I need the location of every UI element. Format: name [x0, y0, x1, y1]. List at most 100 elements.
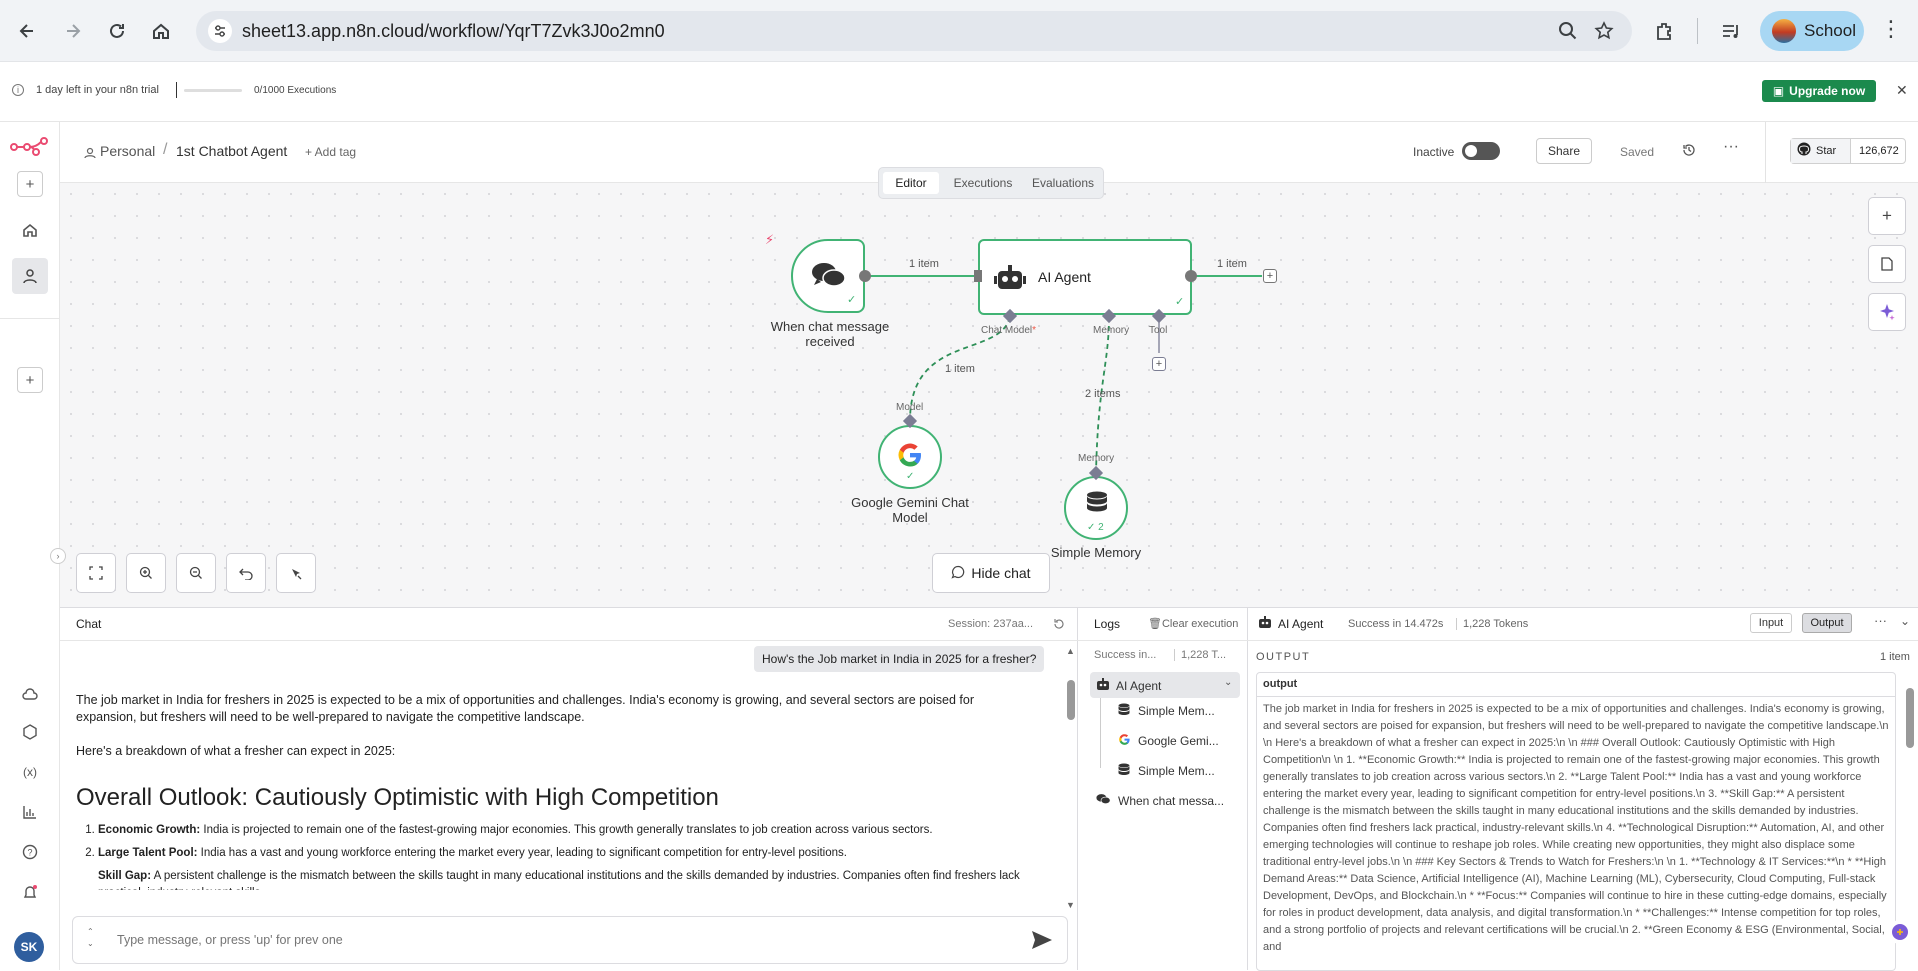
undo-icon[interactable]: [226, 553, 266, 593]
add-project-icon[interactable]: +: [17, 367, 43, 393]
add-node-panel-icon[interactable]: +: [1868, 197, 1906, 235]
share-button[interactable]: Share: [1536, 138, 1592, 164]
executions-progress: [184, 89, 242, 92]
trigger-output-port[interactable]: [859, 270, 871, 282]
address-bar[interactable]: sheet13.app.n8n.cloud/workflow/YqrT7Zvk3…: [196, 11, 1632, 51]
trigger-node-label: When chat message received: [770, 319, 890, 349]
target-label-model: Model: [896, 402, 924, 413]
scroll-up-icon[interactable]: ▲: [1066, 646, 1075, 656]
help-icon[interactable]: ?: [14, 836, 46, 868]
connection-label: 1 item: [909, 258, 939, 270]
node-google-gemini[interactable]: ✓: [878, 425, 942, 489]
info-icon: i: [12, 84, 24, 96]
insights-icon[interactable]: [14, 796, 46, 828]
chat-scrollbar[interactable]: [1067, 680, 1075, 720]
clear-execution-button[interactable]: 🗑Clear execution: [1148, 617, 1238, 630]
variables-icon[interactable]: (x): [14, 756, 46, 788]
sticky-note-icon[interactable]: [1868, 245, 1906, 283]
output-section-title: OUTPUT: [1256, 651, 1311, 663]
cloud-icon[interactable]: [14, 678, 46, 710]
zoom-icon[interactable]: [1558, 21, 1578, 46]
logs-summary-tokens: 1,228 T...: [1174, 649, 1226, 661]
success-check-icon: ✓: [847, 294, 857, 306]
collapse-icon[interactable]: ⌄: [1900, 614, 1910, 628]
media-icon[interactable]: [1720, 20, 1742, 47]
n8n-logo-icon[interactable]: [10, 136, 50, 163]
notifications-icon[interactable]: [14, 876, 46, 908]
send-icon[interactable]: [1031, 930, 1053, 955]
agent-output-port[interactable]: [1185, 270, 1197, 282]
session-id[interactable]: Session: 237aa...: [948, 618, 1033, 630]
log-entry-label: AI Agent: [1116, 679, 1162, 693]
log-entry-label: When chat messa...: [1118, 794, 1225, 808]
add-tool-icon[interactable]: +: [1152, 357, 1166, 371]
workflow-name[interactable]: 1st Chatbot Agent: [176, 143, 287, 159]
ai-brain-icon[interactable]: [1888, 920, 1912, 944]
add-icon[interactable]: +: [17, 171, 43, 197]
chat-message-input[interactable]: [117, 930, 997, 950]
templates-icon[interactable]: [14, 716, 46, 748]
user-avatar[interactable]: SK: [14, 932, 44, 962]
ai-assistant-icon[interactable]: [1868, 293, 1906, 331]
node-ai-agent[interactable]: AI Agent ✓: [978, 239, 1192, 315]
personal-icon[interactable]: [12, 258, 48, 294]
scroll-down-icon[interactable]: ▼: [1066, 900, 1075, 910]
more-options-icon[interactable]: ···: [1874, 613, 1887, 628]
bot-breakdown: Here's a breakdown of what a fresher can…: [76, 744, 396, 758]
history-nav-icon[interactable]: ⌃ ⌄: [87, 926, 94, 950]
tidy-up-icon[interactable]: [276, 553, 316, 593]
fit-view-icon[interactable]: [76, 553, 116, 593]
gift-icon: ▣: [1772, 84, 1785, 98]
active-toggle[interactable]: [1462, 142, 1500, 160]
output-cell: The job market in India for freshers in …: [1263, 703, 1889, 953]
browser-menu-icon[interactable]: ⋮: [1880, 18, 1902, 40]
zoom-out-icon[interactable]: [176, 553, 216, 593]
zoom-in-icon[interactable]: [126, 553, 166, 593]
hide-chat-button[interactable]: Hide chat: [932, 553, 1050, 593]
output-status: Success in 14.472s: [1348, 618, 1444, 630]
database-icon: [1086, 491, 1108, 522]
forward-icon[interactable]: [60, 18, 86, 44]
list-item: Economic Growth: India is projected to r…: [98, 822, 1036, 839]
output-tab[interactable]: Output: [1802, 613, 1852, 633]
chat-input-box[interactable]: ⌃ ⌄: [72, 916, 1068, 964]
trash-icon: 🗑: [1148, 618, 1162, 630]
bookmark-star-icon[interactable]: [1594, 21, 1614, 46]
node-chat-trigger[interactable]: ✓: [791, 239, 865, 313]
github-icon: [1797, 142, 1811, 161]
target-label-memory: Memory: [1078, 453, 1115, 464]
log-entry-ai-agent[interactable]: AI Agent ⌄: [1090, 672, 1240, 698]
close-icon[interactable]: ✕: [1896, 82, 1908, 99]
output-scrollbar[interactable]: [1906, 688, 1914, 748]
more-options-icon[interactable]: ···: [1723, 138, 1739, 156]
chevron-down-icon[interactable]: ⌄: [1224, 677, 1232, 688]
logs-title: Logs: [1094, 617, 1121, 631]
profile-chip[interactable]: School: [1760, 11, 1864, 51]
node-simple-memory[interactable]: ✓ 2: [1064, 476, 1128, 540]
star-count: 126,672: [1859, 145, 1899, 157]
github-star-button[interactable]: Star 126,672: [1790, 138, 1906, 164]
trigger-bolt-icon: ⚡: [765, 232, 775, 247]
site-info-icon[interactable]: [208, 19, 232, 43]
breadcrumb-personal[interactable]: Personal: [100, 143, 155, 159]
home-icon[interactable]: [148, 18, 174, 44]
extensions-icon[interactable]: [1654, 20, 1676, 47]
agent-input-port[interactable]: [974, 270, 982, 282]
workflow-canvas[interactable]: Editor Executions Evaluations ⚡ ✓ When c…: [50, 167, 1918, 607]
back-icon[interactable]: [14, 18, 40, 44]
add-node-icon[interactable]: +: [1263, 269, 1277, 283]
reset-session-icon[interactable]: [1053, 617, 1065, 635]
add-tag-button[interactable]: + Add tag: [305, 145, 356, 159]
upgrade-label: Upgrade now: [1789, 84, 1866, 98]
upgrade-button[interactable]: ▣ Upgrade now: [1762, 80, 1876, 102]
output-table: output The job market in India for fresh…: [1256, 672, 1896, 971]
input-tab[interactable]: Input: [1750, 613, 1792, 633]
log-entry-label: Simple Mem...: [1138, 764, 1215, 778]
home-icon[interactable]: [14, 214, 46, 246]
gemini-node-label: Google Gemini Chat Model: [851, 495, 969, 525]
reload-icon[interactable]: [104, 18, 130, 44]
output-item-count: 1 item: [1880, 651, 1910, 663]
port-label-tool: Tool: [1149, 325, 1168, 336]
history-icon[interactable]: [1682, 143, 1696, 162]
expand-sidebar-icon[interactable]: ›: [50, 548, 66, 564]
